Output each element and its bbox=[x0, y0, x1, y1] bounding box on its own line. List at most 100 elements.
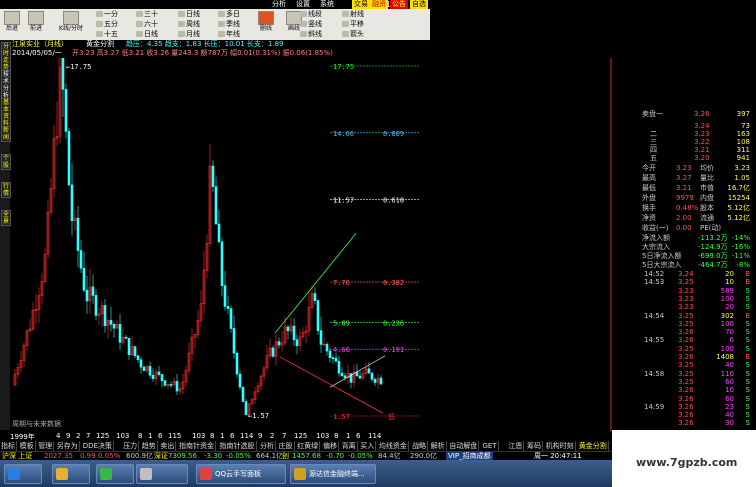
ask-price: 3.26 bbox=[694, 110, 710, 118]
toolbar-col3-item[interactable]: 月线 bbox=[178, 30, 200, 39]
candle-body bbox=[325, 343, 329, 352]
indicator-tab[interactable]: 自动解盘 bbox=[448, 441, 480, 451]
taskbar-button[interactable] bbox=[96, 464, 134, 484]
bottom-indicator-tabs: 指标 模板 管理 另存为 DDE决策 压力 趋势 卖出 指南针资金 指南针选股 分析 庄股 红黄绿 偏移背… bbox=[0, 441, 612, 451]
candle-body bbox=[79, 250, 83, 269]
tab-margin[interactable]: 融资 bbox=[370, 0, 388, 9]
tab-trade[interactable]: 交易 bbox=[352, 0, 370, 9]
tick-price: 3.23 bbox=[678, 294, 694, 303]
watermark-text: www.7gpzb.com bbox=[636, 456, 738, 469]
tick-volume: 10 bbox=[725, 278, 734, 287]
indicator-tab[interactable]: 卖出 bbox=[159, 441, 177, 451]
toolbar-col5-item[interactable]: 竖线 bbox=[300, 20, 322, 29]
indicator-tab[interactable]: 管理 bbox=[37, 441, 55, 451]
tick-volume: 100 bbox=[720, 294, 734, 303]
indicator-tab[interactable]: 压力 bbox=[122, 441, 140, 451]
candle-body bbox=[370, 372, 374, 380]
toolbar-col6-item[interactable]: 射线 bbox=[342, 10, 364, 19]
stat-key: 股本 bbox=[700, 204, 714, 212]
kline-chart[interactable]: 17.75 14.66 0.809 11.57 0.618 7.76 0.382 5.89 0.… bbox=[0, 58, 612, 432]
toolbar-col6-item[interactable]: 平移 bbox=[342, 20, 364, 29]
indicator-tab[interactable]: 另存为 bbox=[56, 441, 80, 451]
toolbar-item-label: 年线 bbox=[226, 30, 240, 38]
toolbar-col3-item[interactable]: 周线 bbox=[178, 20, 200, 29]
app-icon bbox=[100, 468, 112, 480]
stat-value: 3.23 bbox=[676, 164, 692, 172]
toolbar-col6-item[interactable]: 箭头 bbox=[342, 30, 364, 39]
toolbar-col2-item[interactable]: 日线 bbox=[136, 30, 158, 39]
indicator-tab[interactable]: 黄金分割 bbox=[578, 441, 609, 451]
taskbar-button[interactable]: QQ云手写面板 bbox=[196, 464, 286, 484]
menu-settings[interactable]: 设置 bbox=[294, 0, 312, 9]
taskbar-button[interactable]: 源达信金融终端... bbox=[290, 464, 376, 484]
toolbar-col4-item[interactable]: 多日 bbox=[218, 10, 240, 19]
indicator-tab[interactable]: 红黄绿 bbox=[296, 441, 321, 451]
tick-side: B bbox=[745, 270, 750, 278]
taskbar-button[interactable] bbox=[136, 464, 188, 484]
indicator-tab[interactable]: 指南针资金 bbox=[178, 441, 216, 451]
toolbar-col2-item[interactable]: 三十 bbox=[136, 10, 158, 19]
indicator-tab[interactable]: DDE决策 bbox=[82, 441, 114, 451]
back-button[interactable]: 后退 bbox=[2, 10, 22, 32]
indicator-tab[interactable]: 指标 bbox=[0, 441, 17, 451]
fib-level-price: 14.66 bbox=[333, 130, 354, 138]
stock-name: 江泉实业（月线） bbox=[12, 40, 68, 48]
date-tick: 7 bbox=[86, 432, 91, 440]
tick-volume: 23 bbox=[725, 402, 734, 411]
toolbar-col5-item[interactable]: 斜线 bbox=[300, 30, 322, 39]
indicator-tab[interactable]: 机构时刻 bbox=[545, 441, 576, 451]
indicator-tab[interactable]: GET bbox=[482, 441, 499, 451]
indicator-tab[interactable]: 均线资金 bbox=[378, 441, 409, 451]
toolbar-col2-item[interactable]: 六十 bbox=[136, 20, 158, 29]
back-label: 后退 bbox=[5, 25, 18, 32]
indicator-tab[interactable]: 筹码 bbox=[526, 441, 543, 451]
fib-level-price: 17.75 bbox=[333, 63, 354, 71]
indicator-tab[interactable]: 战略 bbox=[411, 441, 429, 451]
indicator-tab[interactable]: 背离 bbox=[341, 441, 358, 451]
forward-button[interactable]: 前进 bbox=[26, 10, 46, 32]
toolbar-item-label: 竖线 bbox=[308, 20, 322, 28]
indicator-tab[interactable]: 偏移 bbox=[322, 441, 340, 451]
tick-side: S bbox=[745, 411, 750, 420]
indicator-tab[interactable]: 买入 bbox=[359, 441, 377, 451]
candle-body bbox=[319, 330, 323, 345]
taskbar-button[interactable] bbox=[4, 464, 42, 484]
flow-value: -124.9万 bbox=[698, 243, 728, 251]
delete-line-icon bbox=[258, 11, 274, 25]
indicator-tab[interactable]: 分析 bbox=[259, 441, 276, 451]
indicator-tab[interactable]: 指南针选股 bbox=[219, 441, 257, 451]
candle-body bbox=[226, 306, 230, 309]
toolbar-col1-item[interactable]: 五分 bbox=[96, 20, 118, 29]
tab-announce[interactable]: 公告 bbox=[390, 0, 408, 9]
tick-side: S bbox=[745, 369, 750, 378]
menu-analysis[interactable]: 分析 bbox=[270, 0, 288, 9]
toolbar-col1-item[interactable]: 一分 bbox=[96, 10, 118, 19]
ask-price: 3.20 bbox=[694, 154, 710, 162]
fib-level-price: 4.66 bbox=[333, 346, 350, 354]
stat-value: 3.21 bbox=[676, 184, 692, 192]
taskbar-button[interactable] bbox=[52, 464, 90, 484]
indicator-tab[interactable]: 趋势 bbox=[141, 441, 158, 451]
toolbar-col1-item[interactable]: 十五 bbox=[96, 30, 118, 39]
period-icon bbox=[178, 11, 185, 17]
menu-system[interactable]: 系统 bbox=[318, 0, 336, 9]
candle-body bbox=[64, 89, 68, 132]
toolbar: 后退 前进 K线/分时 删线 画线 分析 设置 系统 交易 融资 公告 自选 一… bbox=[0, 0, 430, 41]
delete-line-button[interactable]: 删线 bbox=[256, 10, 276, 32]
tick-time: 14:54 bbox=[644, 311, 665, 320]
toolbar-col4-item[interactable]: 季线 bbox=[218, 20, 240, 29]
kline-toggle-button[interactable]: K线/分时 bbox=[54, 10, 88, 32]
candle-body bbox=[343, 375, 347, 378]
flow-key: 大宗流入 bbox=[642, 243, 670, 251]
toolbar-col4-item[interactable]: 年线 bbox=[218, 30, 240, 39]
toolbar-col5-item[interactable]: 线段 bbox=[300, 10, 322, 19]
period-icon bbox=[136, 11, 143, 17]
candle-body bbox=[85, 289, 89, 302]
toolbar-col3-item[interactable]: 日线 bbox=[178, 10, 200, 19]
indicator-tab[interactable]: 江恩 bbox=[507, 441, 525, 451]
indicator-tab[interactable]: 模板 bbox=[19, 441, 36, 451]
tab-watchlist[interactable]: 自选 bbox=[410, 0, 428, 9]
indicator-tab[interactable]: 庄股 bbox=[278, 441, 295, 451]
indicator-tab[interactable]: 解析 bbox=[430, 441, 447, 451]
candle-body bbox=[292, 325, 296, 341]
